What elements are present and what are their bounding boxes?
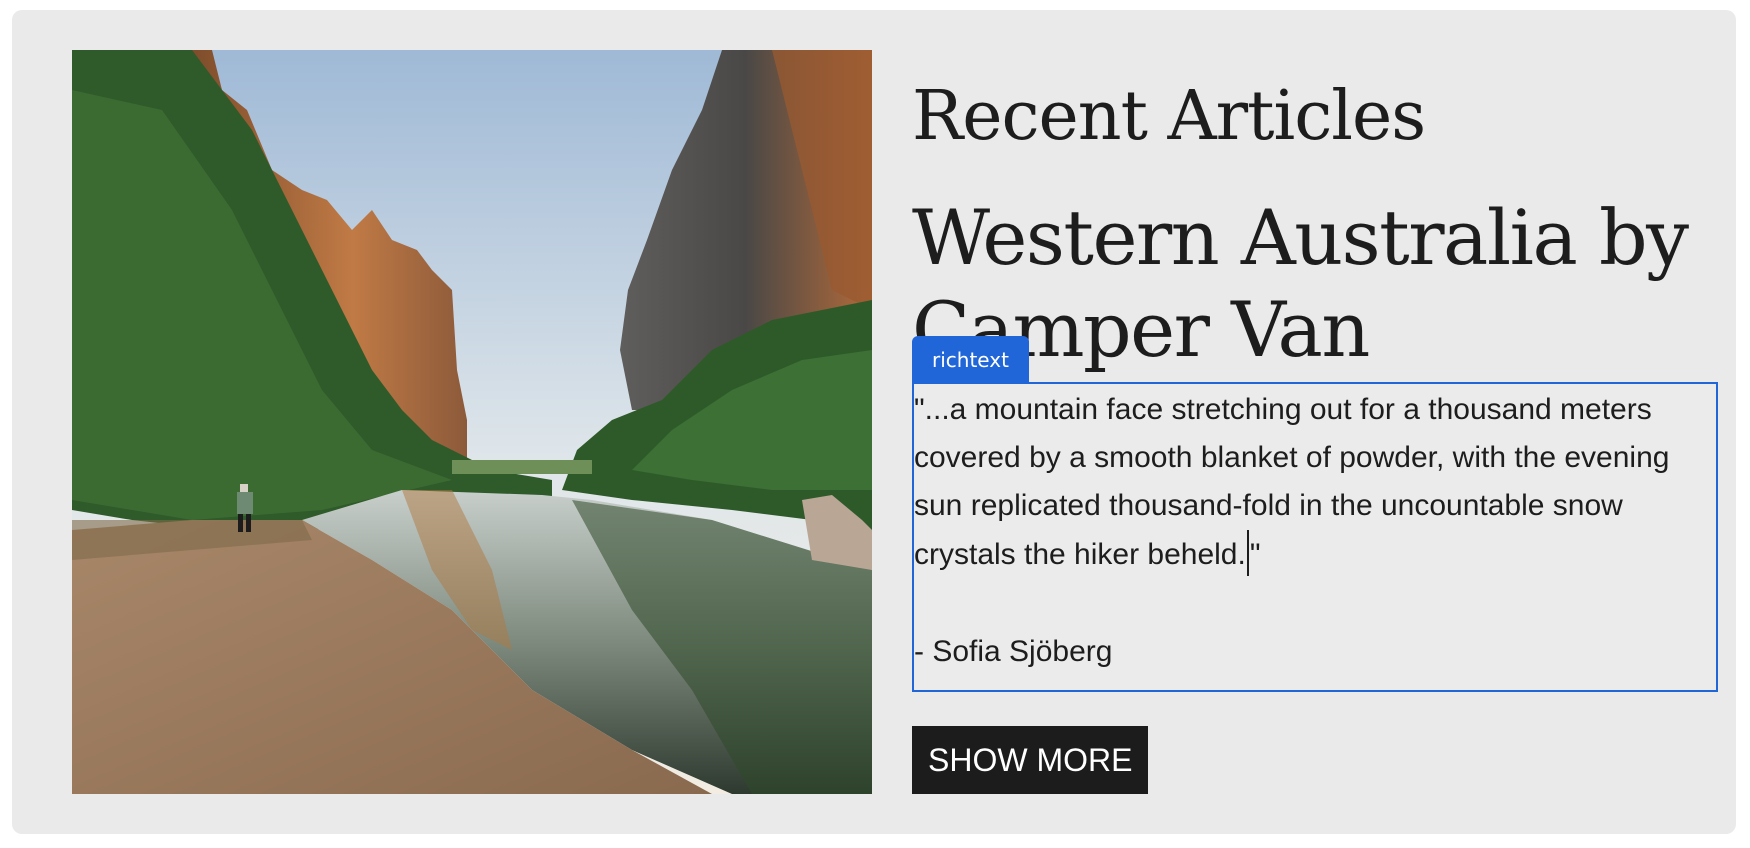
article-content: Recent Articles Western Australia by Cam… (912, 0, 1718, 848)
article-quote[interactable]: "...a mountain face stretching out for a… (914, 386, 1720, 579)
richtext-editor[interactable]: "...a mountain face stretching out for a… (912, 382, 1718, 692)
quote-author[interactable]: - Sofia Sjöberg (914, 628, 1112, 676)
quote-text: "...a mountain face stretching out for a… (914, 393, 1670, 571)
article-image (72, 50, 872, 794)
section-title: Recent Articles (912, 77, 1426, 156)
hiker-body (237, 492, 253, 514)
show-more-button[interactable]: SHOW MORE (912, 726, 1149, 794)
article-title[interactable]: Western Australia by Camper Van (912, 192, 1712, 376)
richtext-tag[interactable]: richtext (912, 336, 1029, 384)
canyon-river-photo (72, 50, 872, 794)
hiker-head (240, 484, 248, 492)
quote-closing: " (1249, 538, 1261, 571)
text-cursor (1246, 530, 1249, 576)
